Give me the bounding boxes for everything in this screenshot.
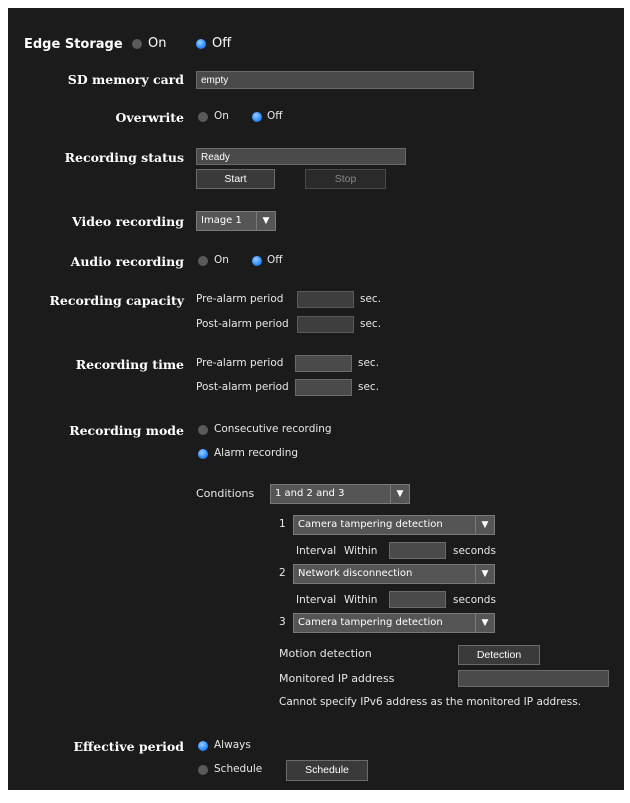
time-pre-alarm-label: Pre-alarm period [196,357,284,369]
always-label: Always [214,739,251,751]
consecutive-recording-label: Consecutive recording [214,423,332,435]
monitored-ip-label: Monitored IP address [279,672,395,685]
video-recording-select[interactable]: Image 1 ▼ [196,211,276,231]
capacity-post-alarm-field [297,316,354,333]
condition-2-seconds-label: seconds [453,594,496,606]
capacity-pre-alarm-unit: sec. [360,293,382,305]
condition-2-within-label: Within [344,594,378,606]
time-post-alarm-input[interactable] [295,379,352,396]
video-recording-label: Video recording [72,214,184,229]
condition-2-number: 2 [279,567,286,579]
recording-mode-label: Recording mode [69,423,184,438]
edge-storage-on-label: On [148,36,167,51]
sd-card-label: SD memory card [67,72,184,87]
conditions-value: 1 and 2 and 3 [275,488,345,499]
condition-1-within-label: Within [344,545,378,557]
overwrite-off-label: Off [267,110,283,122]
time-post-alarm-label: Post-alarm period [196,381,289,393]
capacity-pre-alarm-field [297,291,354,308]
stop-button[interactable]: Stop [305,169,386,189]
capacity-post-alarm-unit: sec. [360,318,382,330]
schedule-label: Schedule [214,763,263,775]
chevron-down-icon: ▼ [475,614,494,632]
overwrite-off-radio[interactable] [252,112,262,122]
recording-status-field: Ready [196,148,406,165]
time-pre-alarm-unit: sec. [358,357,380,369]
condition-1-select[interactable]: Camera tampering detection ▼ [293,515,495,535]
condition-2-select[interactable]: Network disconnection ▼ [293,564,495,584]
condition-2-value: Network disconnection [298,568,413,579]
time-post-alarm-unit: sec. [358,381,380,393]
ipv6-note: Cannot specify IPv6 address as the monit… [279,696,582,708]
video-recording-value: Image 1 [201,215,242,226]
recording-capacity-label: Recording capacity [49,293,185,308]
always-radio[interactable] [198,741,208,751]
condition-1-number: 1 [279,518,286,530]
time-pre-alarm-input[interactable] [295,355,352,372]
sd-card-status-field: empty [196,71,474,89]
consecutive-recording-radio[interactable] [198,425,208,435]
alarm-recording-label: Alarm recording [214,447,299,459]
condition-2-interval-input[interactable] [389,591,446,608]
audio-recording-label: Audio recording [70,254,184,269]
capacity-pre-alarm-label: Pre-alarm period [196,293,284,305]
condition-1-seconds-label: seconds [453,545,496,557]
schedule-button[interactable]: Schedule [286,760,368,781]
conditions-label: Conditions [196,487,255,500]
detection-button[interactable]: Detection [458,645,540,665]
condition-1-interval-label: Interval [296,545,337,557]
audio-recording-off-label: Off [267,254,283,266]
audio-recording-on-label: On [214,254,229,266]
capacity-post-alarm-label: Post-alarm period [196,318,289,330]
chevron-down-icon: ▼ [475,565,494,583]
schedule-radio[interactable] [198,765,208,775]
monitored-ip-input[interactable] [458,670,609,687]
edge-storage-off-label: Off [212,36,232,51]
edge-storage-on-radio[interactable] [132,39,142,49]
edge-storage-title: Edge Storage [24,37,123,52]
effective-period-label: Effective period [73,739,184,754]
condition-2-interval-label: Interval [296,594,337,606]
recording-time-label: Recording time [75,357,184,372]
alarm-recording-radio[interactable] [198,449,208,459]
start-button[interactable]: Start [196,169,275,189]
edge-storage-off-radio[interactable] [196,39,206,49]
audio-recording-off-radio[interactable] [252,256,262,266]
condition-1-interval-input[interactable] [389,542,446,559]
edge-storage-panel: Edge Storage On Off SD memory card empty… [8,8,624,790]
overwrite-on-label: On [214,110,229,122]
chevron-down-icon: ▼ [256,212,275,230]
condition-3-number: 3 [279,616,286,628]
overwrite-on-radio[interactable] [198,112,208,122]
condition-3-select[interactable]: Camera tampering detection ▼ [293,613,495,633]
chevron-down-icon: ▼ [475,516,494,534]
chevron-down-icon: ▼ [390,485,409,503]
recording-status-label: Recording status [64,150,184,165]
condition-1-value: Camera tampering detection [298,519,443,530]
conditions-select[interactable]: 1 and 2 and 3 ▼ [270,484,410,504]
overwrite-label: Overwrite [115,110,184,125]
audio-recording-on-radio[interactable] [198,256,208,266]
motion-detection-label: Motion detection [279,647,372,660]
condition-3-value: Camera tampering detection [298,617,443,628]
